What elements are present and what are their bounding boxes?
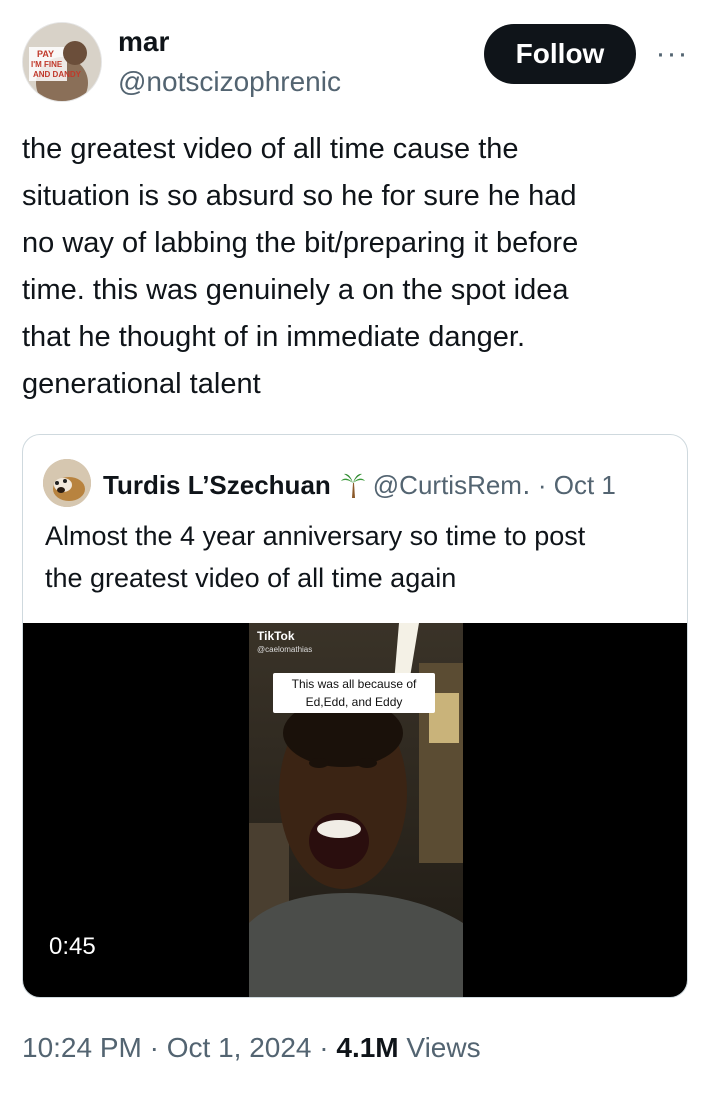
author-handle[interactable]: @notscizophrenic (118, 66, 341, 98)
quoted-text: Almost the 4 year anniversary so time to… (45, 521, 586, 593)
video-caption: This was all because of Ed,Edd, and Eddy (273, 673, 435, 713)
video-duration: 0:45 (49, 933, 96, 960)
svg-text:AND DANDY: AND DANDY (33, 70, 82, 79)
quoted-display-name[interactable]: Turdis L’Szechuan (103, 470, 331, 501)
follow-button[interactable]: Follow (484, 24, 636, 84)
author-avatar[interactable]: PAY I'M FINE AND DANDY (22, 22, 102, 102)
quoted-author-avatar[interactable] (43, 459, 91, 507)
timestamp[interactable]: 10:24 PM · Oct 1, 2024 · (22, 1032, 336, 1063)
tiktok-handle: @caelomathias (257, 645, 313, 654)
author-display-name[interactable]: mar (118, 26, 169, 58)
svg-text:I'M FINE: I'M FINE (31, 60, 63, 69)
palm-tree-icon (339, 471, 367, 499)
tweet-footer: 10:24 PM · Oct 1, 2024 · 4.1M Views (22, 1032, 481, 1064)
more-options-icon[interactable]: ··· (652, 36, 692, 72)
svg-text:PAY: PAY (37, 49, 54, 59)
quoted-meta: Turdis L’Szechuan @CurtisRem․ · Oct 1 (103, 467, 616, 503)
views-label: Views (398, 1032, 481, 1063)
video-thumbnail: TikTok @caelomathias This was all becaus… (249, 623, 463, 997)
views-count: 4.1M (336, 1032, 399, 1063)
tiktok-logo: TikTok (257, 629, 295, 643)
video-player[interactable]: TikTok @caelomathias This was all becaus… (23, 623, 687, 997)
quoted-handle-date[interactable]: @CurtisRem․ · Oct 1 (373, 470, 616, 501)
quoted-tweet[interactable]: Turdis L’Szechuan @CurtisRem․ · Oct 1 Al… (22, 434, 688, 998)
tweet-header: PAY I'M FINE AND DANDY mar @notscizophre… (22, 22, 694, 104)
tweet-text: the greatest video of all time cause the… (22, 133, 579, 400)
